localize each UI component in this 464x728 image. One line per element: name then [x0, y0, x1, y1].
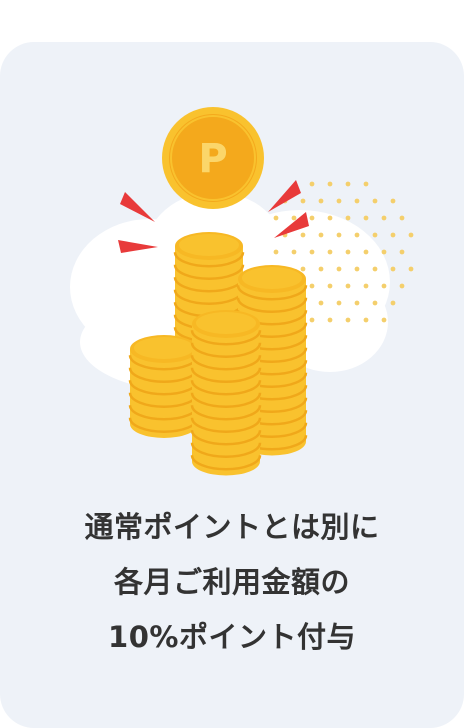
- dot: [354, 198, 360, 204]
- dot: [345, 181, 351, 187]
- dot: [309, 283, 315, 289]
- dot: [327, 249, 333, 255]
- dot: [345, 249, 351, 255]
- dot: [363, 317, 369, 323]
- dot: [336, 300, 342, 306]
- dot: [372, 300, 378, 306]
- dot: [318, 198, 324, 204]
- coin-stack-front: [190, 310, 262, 476]
- dot: [318, 266, 324, 272]
- dot: [390, 300, 396, 306]
- dot: [381, 249, 387, 255]
- dot: [372, 198, 378, 204]
- coin-mark: P: [198, 136, 227, 182]
- dot: [390, 232, 396, 238]
- point-coin-icon: P: [162, 107, 264, 209]
- dot: [345, 215, 351, 221]
- dot: [336, 266, 342, 272]
- dot: [309, 249, 315, 255]
- dot: [408, 232, 414, 238]
- dot: [363, 215, 369, 221]
- dot: [354, 266, 360, 272]
- dot: [273, 215, 279, 221]
- coin-stack-illustration-icon: P: [70, 107, 414, 476]
- dot: [381, 283, 387, 289]
- promo-caption: 通常ポイントとは別に 各月ご利用金額の 10%ポイント付与: [0, 500, 464, 665]
- dot: [327, 181, 333, 187]
- dot: [318, 300, 324, 306]
- dot: [363, 249, 369, 255]
- dot: [300, 198, 306, 204]
- dot: [336, 198, 342, 204]
- dot: [309, 181, 315, 187]
- dot: [399, 283, 405, 289]
- dot: [381, 215, 387, 221]
- dot: [327, 317, 333, 323]
- dot: [336, 232, 342, 238]
- dot: [390, 198, 396, 204]
- dot: [345, 317, 351, 323]
- dot: [309, 215, 315, 221]
- dot: [363, 283, 369, 289]
- coin-stack-left: [128, 335, 200, 438]
- promo-card: P 通常ポイントとは別に 各月ご利用金額の 10%ポイント付与: [0, 42, 464, 728]
- dot: [381, 317, 387, 323]
- dot: [300, 232, 306, 238]
- dot: [354, 232, 360, 238]
- dot: [300, 266, 306, 272]
- dot: [390, 266, 396, 272]
- dot: [273, 249, 279, 255]
- dot: [372, 232, 378, 238]
- dot: [363, 181, 369, 187]
- dot: [408, 266, 414, 272]
- dot: [309, 317, 315, 323]
- dot: [399, 215, 405, 221]
- dot: [372, 266, 378, 272]
- dot: [291, 249, 297, 255]
- dot: [327, 215, 333, 221]
- dot: [345, 283, 351, 289]
- caption-line-1: 通常ポイントとは別に: [84, 510, 380, 544]
- dot: [354, 300, 360, 306]
- dot: [318, 232, 324, 238]
- dot: [291, 215, 297, 221]
- caption-line-2: 各月ご利用金額の: [113, 565, 350, 599]
- dot: [327, 283, 333, 289]
- dot: [399, 249, 405, 255]
- caption-line-3: 10%ポイント付与: [108, 620, 356, 654]
